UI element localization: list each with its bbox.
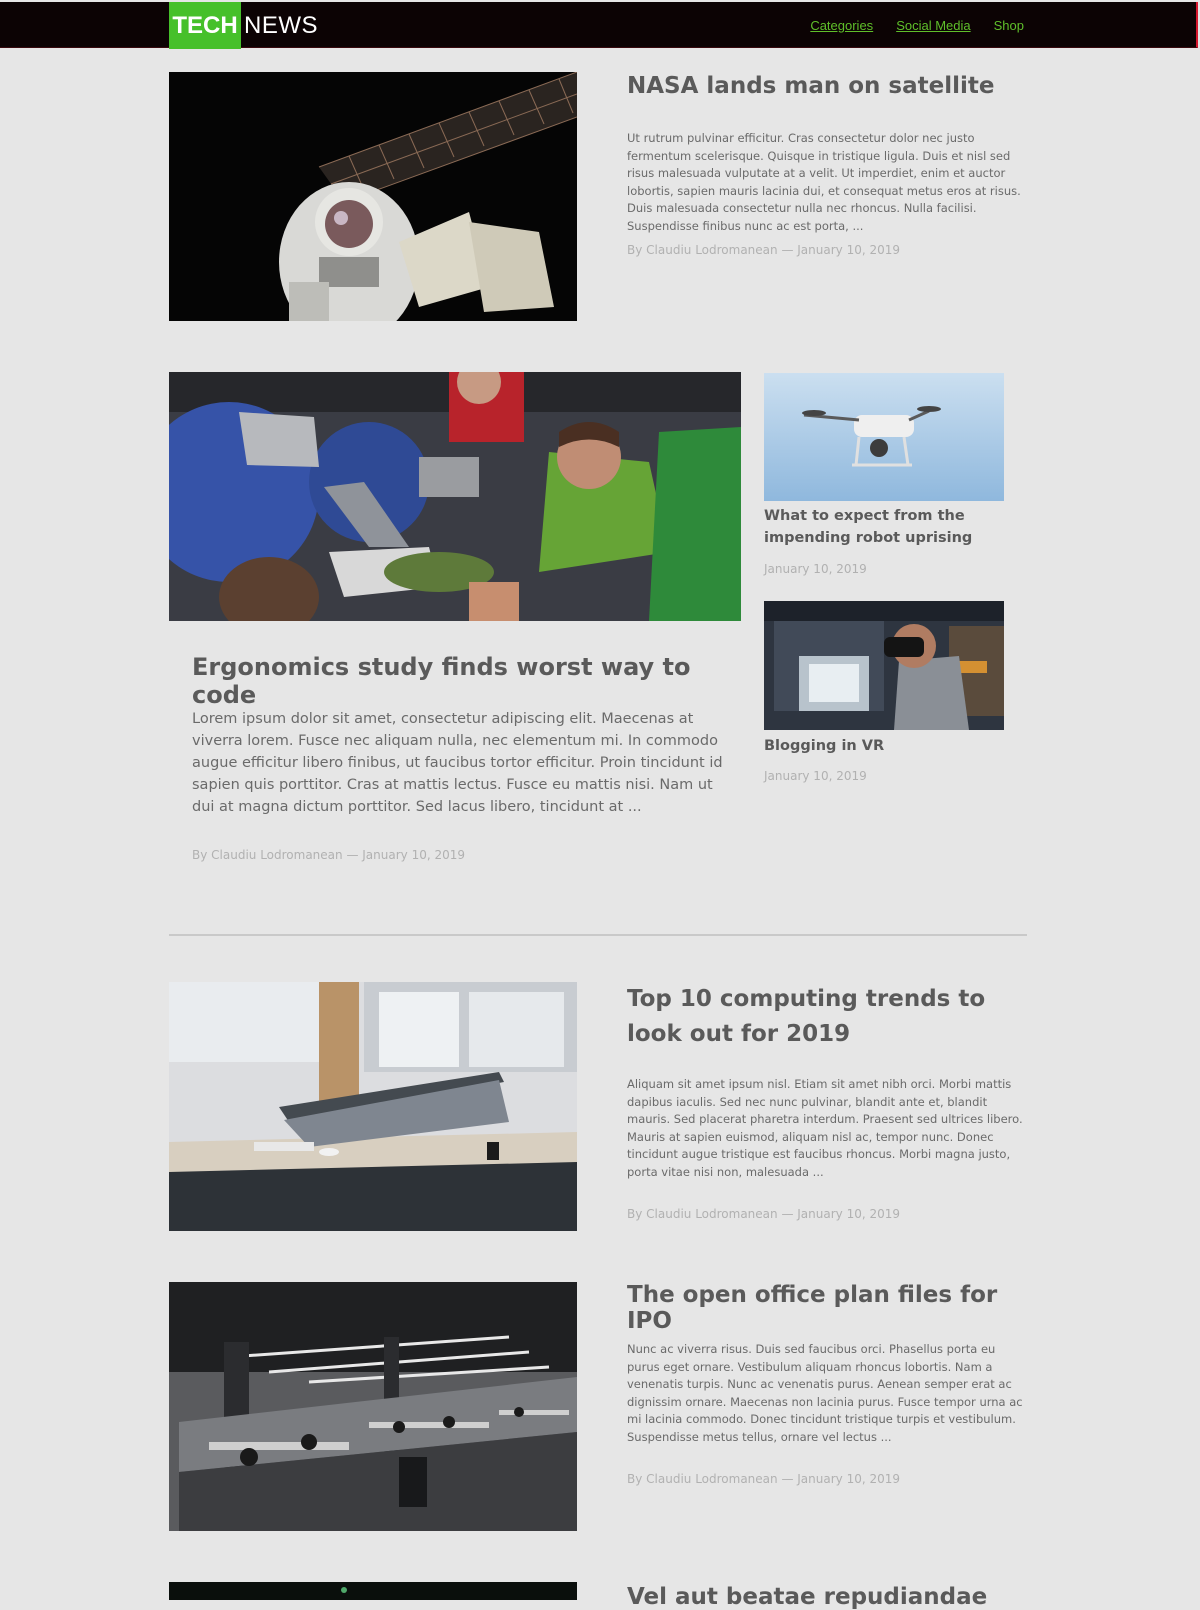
- article-image-computing-trends[interactable]: [169, 982, 577, 1231]
- side-story-title-vr[interactable]: Blogging in VR: [764, 735, 1004, 757]
- article-meta-computing-trends: By Claudiu Lodromanean — January 10, 201…: [627, 1207, 900, 1221]
- article-image-open-office[interactable]: [169, 1282, 577, 1531]
- article-title-computing-trends[interactable]: Top 10 computing trends to look out for …: [627, 982, 1027, 1052]
- side-story-image-vr[interactable]: [764, 601, 1004, 730]
- site-logo[interactable]: TECH NEWS: [169, 2, 318, 49]
- side-story-image-drone[interactable]: [764, 373, 1004, 501]
- top-navbar: TECH NEWS Categories Social Media Shop: [0, 2, 1198, 49]
- article-title-open-office[interactable]: The open office plan files for IPO: [627, 1282, 1027, 1334]
- featured-article-title[interactable]: NASA lands man on satellite: [627, 73, 1027, 99]
- main-story-excerpt: Lorem ipsum dolor sit amet, consectetur …: [192, 711, 723, 815]
- article-image-partial[interactable]: [169, 1582, 577, 1600]
- nav-link-categories[interactable]: Categories: [810, 18, 873, 33]
- featured-article-meta: By Claudiu Lodromanean — January 10, 201…: [627, 243, 900, 257]
- side-story-date-vr: January 10, 2019: [764, 769, 867, 783]
- article-excerpt-open-office: Nunc ac viverra risus. Duis sed faucibus…: [627, 1342, 1023, 1444]
- logo-news-label: NEWS: [244, 11, 318, 39]
- side-story-title-robot[interactable]: What to expect from the impending robot …: [764, 505, 1004, 549]
- main-story-title[interactable]: Ergonomics study finds worst way to code: [192, 653, 732, 709]
- article-excerpt-computing-trends: Aliquam sit amet ipsum nisl. Etiam sit a…: [627, 1077, 1023, 1179]
- main-story-image[interactable]: [169, 372, 741, 621]
- article-title-partial[interactable]: Vel aut beatae repudiandae: [627, 1584, 1027, 1610]
- featured-article-excerpt: Ut rutrum pulvinar efficitur. Cras conse…: [627, 131, 1021, 233]
- main-story-meta: By Claudiu Lodromanean — January 10, 201…: [192, 848, 465, 862]
- featured-article-image[interactable]: [169, 72, 577, 321]
- nav-link-shop[interactable]: Shop: [994, 18, 1024, 33]
- nav-link-social-media[interactable]: Social Media: [896, 18, 970, 33]
- section-divider: [169, 934, 1027, 936]
- side-story-date-robot: January 10, 2019: [764, 562, 867, 576]
- article-meta-open-office: By Claudiu Lodromanean — January 10, 201…: [627, 1472, 900, 1486]
- main-nav: Categories Social Media Shop: [810, 18, 1024, 33]
- logo-tech-label: TECH: [169, 2, 241, 49]
